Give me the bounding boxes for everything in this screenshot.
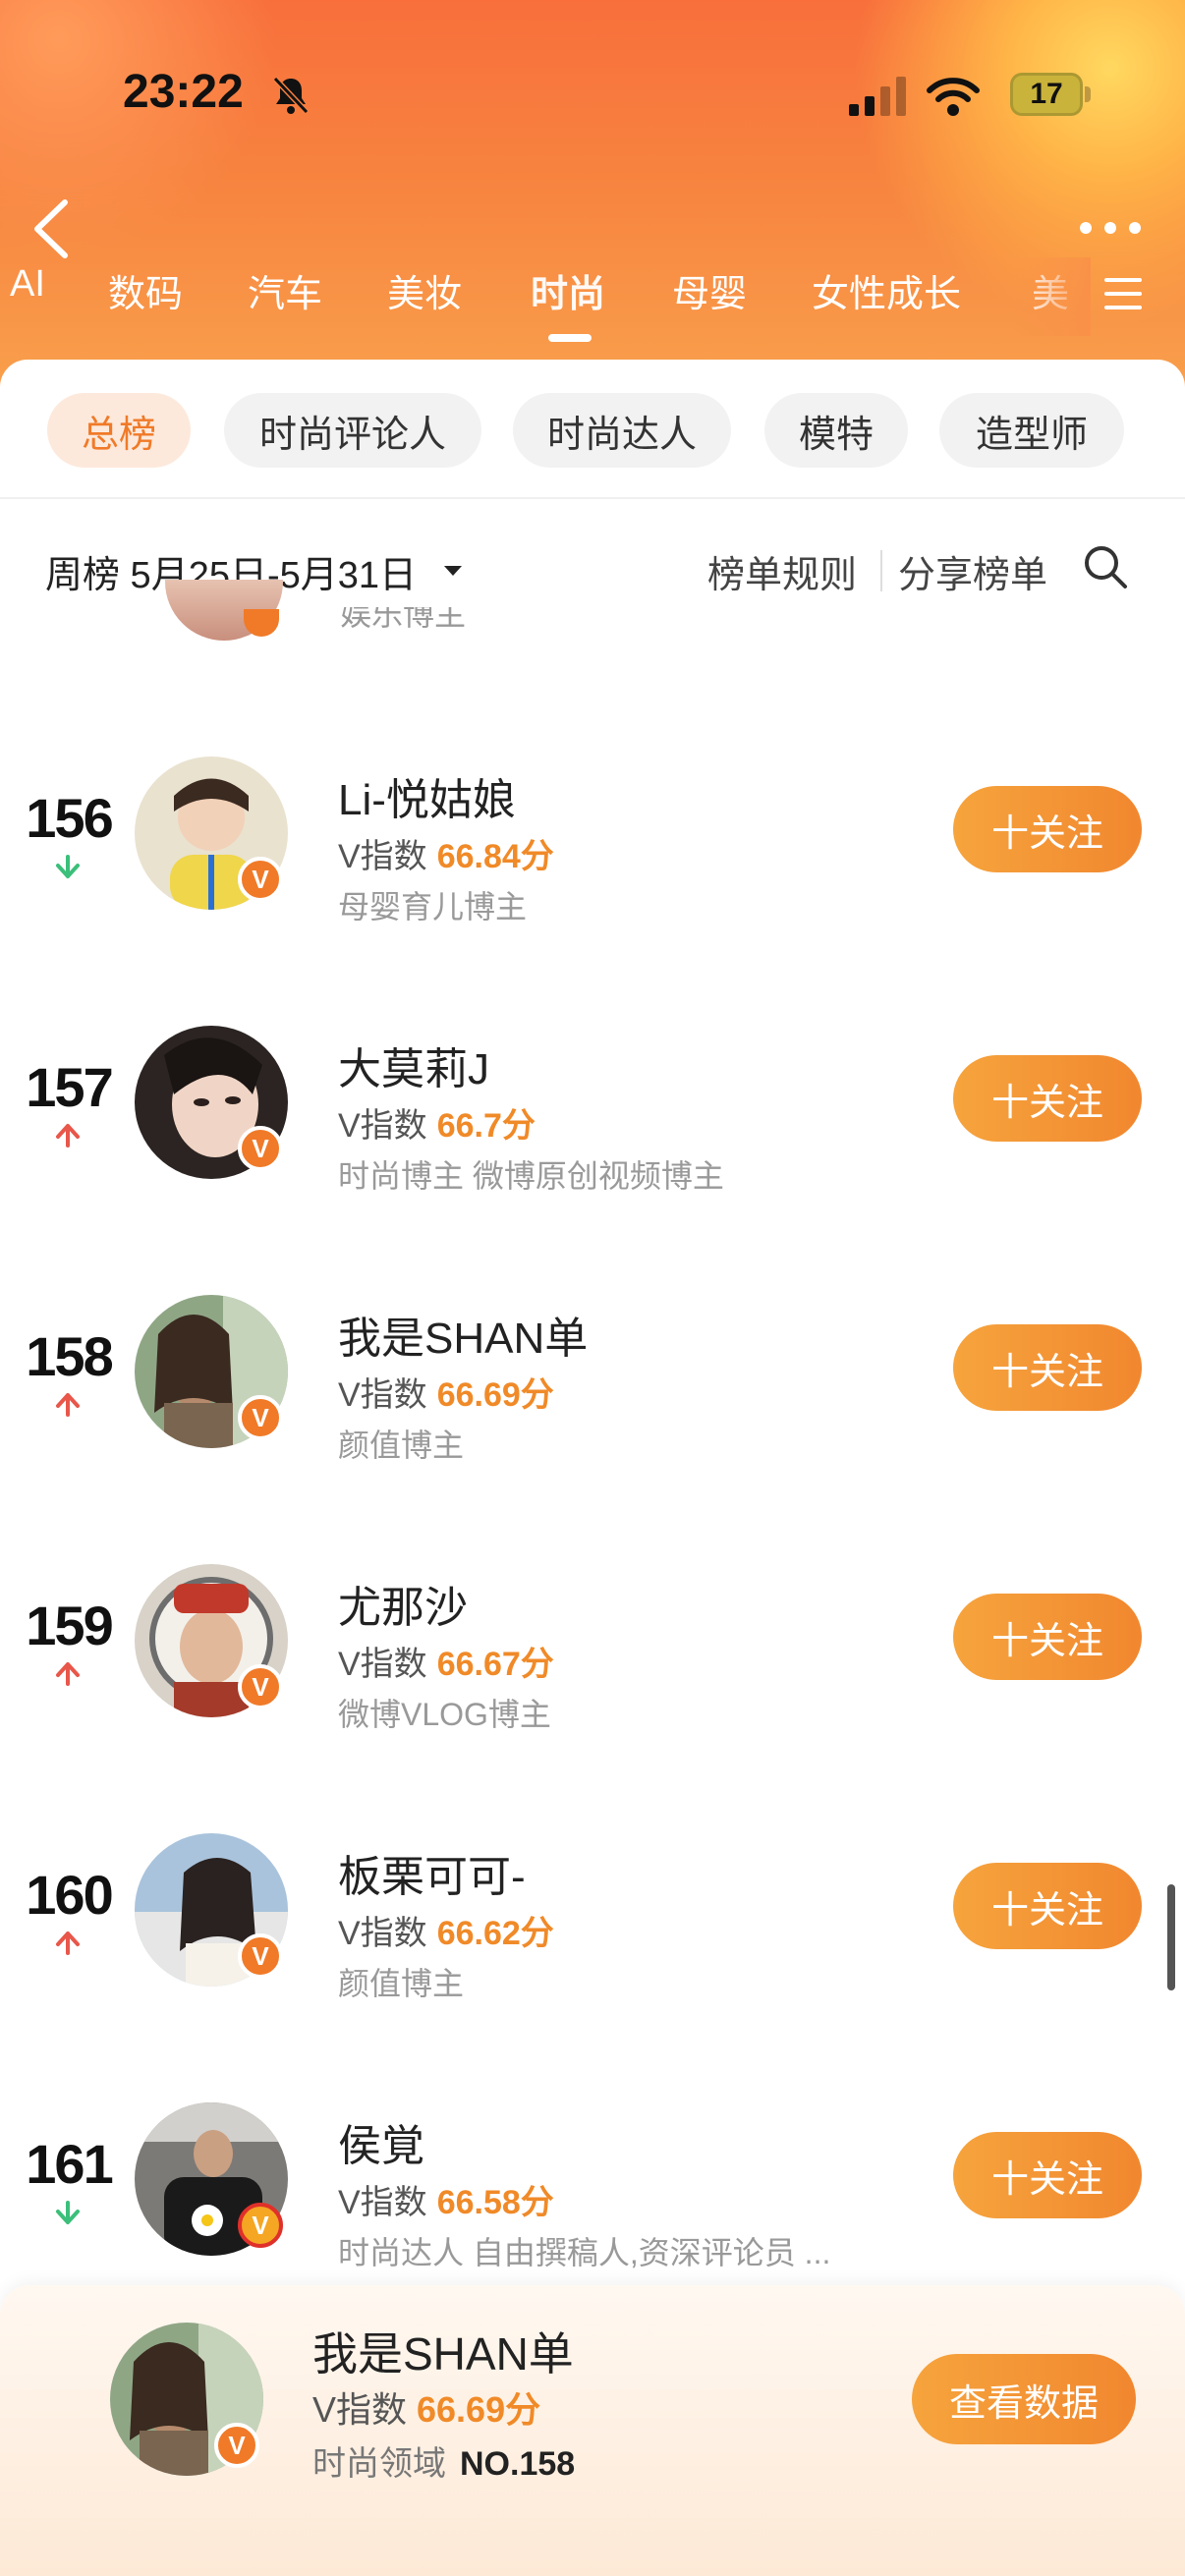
v-index: V指数 66.84分 — [338, 838, 554, 875]
user-tags: 颜值博主 — [338, 1966, 465, 2001]
v-score: 66.69分 — [436, 1376, 554, 1414]
search-icon[interactable] — [1081, 542, 1130, 591]
verified-badge-icon: V — [238, 1933, 283, 1979]
header-background — [0, 0, 1185, 393]
tabs-fade — [1012, 257, 1091, 336]
user-tags: 母婴育儿博主 — [338, 889, 528, 924]
subtab-fashion-critic[interactable]: 时尚评论人 — [224, 393, 481, 468]
user-tags: 微博VLOG博主 — [338, 1697, 551, 1732]
v-index: V指数 66.58分 — [338, 2184, 554, 2221]
v-score: 66.62分 — [436, 1915, 554, 1952]
my-v-index: V指数 66.69分 — [312, 2389, 541, 2430]
rank-number: 156 — [26, 787, 113, 849]
ranking-row[interactable]: 160 V 板栗可可- V指数 66.62分 颜值博主 十关注 — [0, 1814, 1185, 2010]
ellipsis-icon[interactable] — [1076, 218, 1145, 238]
trend-down-icon — [56, 2201, 80, 2224]
hamburger-menu-icon[interactable] — [1102, 275, 1144, 312]
follow-button[interactable]: 十关注 — [953, 786, 1142, 872]
tab-fashion[interactable]: 时尚 — [531, 263, 605, 317]
my-rank-number: NO.158 — [460, 2445, 576, 2483]
divider — [0, 497, 1185, 499]
ranking-row[interactable]: 157 V 大莫莉J V指数 66.7分 时尚博主 微博原创视频博主 十关注 — [0, 1006, 1185, 1203]
wifi-icon — [927, 78, 980, 116]
subtab-fashion-expert[interactable]: 时尚达人 — [513, 393, 731, 468]
my-name: 我是SHAN单 — [312, 2328, 574, 2380]
rank-number: 160 — [26, 1864, 113, 1926]
caret-down-icon[interactable] — [442, 564, 464, 578]
tab-maternity[interactable]: 母婴 — [672, 263, 747, 317]
rank-number: 159 — [26, 1595, 113, 1656]
trend-down-icon — [56, 855, 80, 878]
verified-badge-icon: V — [238, 2203, 283, 2248]
user-name[interactable]: 尤那沙 — [338, 1572, 468, 1635]
verified-badge-icon: V — [238, 857, 283, 902]
v-score: 66.58分 — [436, 2184, 554, 2221]
scrollbar[interactable] — [1167, 1884, 1175, 1990]
follow-button[interactable]: 十关注 — [953, 1863, 1142, 1949]
user-name[interactable]: Li-悦姑娘 — [338, 764, 516, 827]
ranking-row[interactable]: 156 V Li-悦姑娘 V指数 66.84分 母婴育儿博主 十关注 — [0, 737, 1185, 933]
trend-up-icon — [56, 1662, 80, 1686]
v-index: V指数 66.7分 — [338, 1107, 536, 1145]
tab-ai[interactable]: AI — [10, 263, 45, 306]
rank-number: 157 — [26, 1056, 113, 1118]
active-tab-indicator — [548, 334, 592, 342]
user-name[interactable]: 我是SHAN单 — [338, 1303, 588, 1366]
sub-tabs: 总榜 时尚评论人 时尚达人 模特 造型师 — [0, 393, 1185, 472]
v-score: 66.7分 — [436, 1107, 536, 1145]
ranking-row[interactable]: 159 V 尤那沙 V指数 66.67分 微博VLOG博主 十关注 — [0, 1544, 1185, 1741]
my-v-score: 66.69分 — [417, 2389, 541, 2430]
chevron-left-icon[interactable] — [28, 196, 75, 261]
tab-auto[interactable]: 汽车 — [248, 263, 322, 317]
subtab-stylist[interactable]: 造型师 — [939, 393, 1124, 468]
user-tags: 时尚博主 微博原创视频博主 — [338, 1158, 724, 1194]
battery-icon: 17 — [1010, 73, 1083, 116]
tab-beauty[interactable]: 美妆 — [387, 263, 462, 317]
ranking-row[interactable]: 158 V 我是SHAN单 V指数 66.69分 颜值博主 十关注 — [0, 1275, 1185, 1472]
verified-badge-icon: V — [214, 2423, 259, 2468]
user-tags: 颜值博主 — [338, 1428, 465, 1463]
link-separator — [880, 550, 882, 591]
rank-number: 158 — [26, 1325, 113, 1387]
ranking-row[interactable]: 161 V 侯覚 V指数 66.58分 时尚达人 自由撰稿人,资深评论员 ... … — [0, 2083, 1185, 2279]
follow-button[interactable]: 十关注 — [953, 1055, 1142, 1142]
user-name[interactable]: 板栗可可- — [338, 1841, 526, 1904]
verified-badge-icon: V — [238, 1395, 283, 1440]
category-tabs: AI 数码 汽车 美妆 时尚 母婴 女性成长 美 — [0, 263, 1185, 332]
user-tags: 时尚达人 自由撰稿人,资深评论员 ... — [338, 2235, 831, 2270]
tab-female-growth[interactable]: 女性成长 — [812, 263, 961, 317]
v-score: 66.84分 — [436, 838, 554, 875]
cellular-signal-icon — [849, 77, 906, 116]
peek-tag: 娱乐博主 — [340, 607, 467, 632]
verified-badge-icon: V — [238, 1664, 283, 1709]
v-score: 66.67分 — [436, 1646, 554, 1683]
v-index: V指数 66.69分 — [338, 1376, 554, 1414]
trend-up-icon — [56, 1932, 80, 1955]
v-index: V指数 66.62分 — [338, 1915, 554, 1952]
view-data-button[interactable]: 查看数据 — [912, 2354, 1136, 2444]
verified-badge-icon: V — [238, 1126, 283, 1171]
follow-button[interactable]: 十关注 — [953, 2132, 1142, 2218]
subtab-model[interactable]: 模特 — [764, 393, 908, 468]
rules-link[interactable]: 榜单规则 — [707, 544, 857, 598]
share-link[interactable]: 分享榜单 — [898, 544, 1047, 598]
follow-button[interactable]: 十关注 — [953, 1324, 1142, 1411]
status-time: 23:22 — [123, 66, 244, 118]
rank-number: 161 — [26, 2133, 113, 2195]
bell-slash-icon — [272, 76, 310, 115]
trend-up-icon — [56, 1393, 80, 1417]
user-name[interactable]: 大莫莉J — [338, 1034, 489, 1096]
user-name[interactable]: 侯覚 — [338, 2110, 424, 2173]
trend-up-icon — [56, 1124, 80, 1148]
follow-button[interactable]: 十关注 — [953, 1594, 1142, 1680]
battery-tip — [1085, 86, 1091, 102]
v-index: V指数 66.67分 — [338, 1646, 554, 1683]
tab-digital[interactable]: 数码 — [108, 263, 183, 317]
subtab-overall[interactable]: 总榜 — [47, 393, 191, 468]
my-domain-rank: 时尚领域 NO.158 — [312, 2445, 576, 2483]
